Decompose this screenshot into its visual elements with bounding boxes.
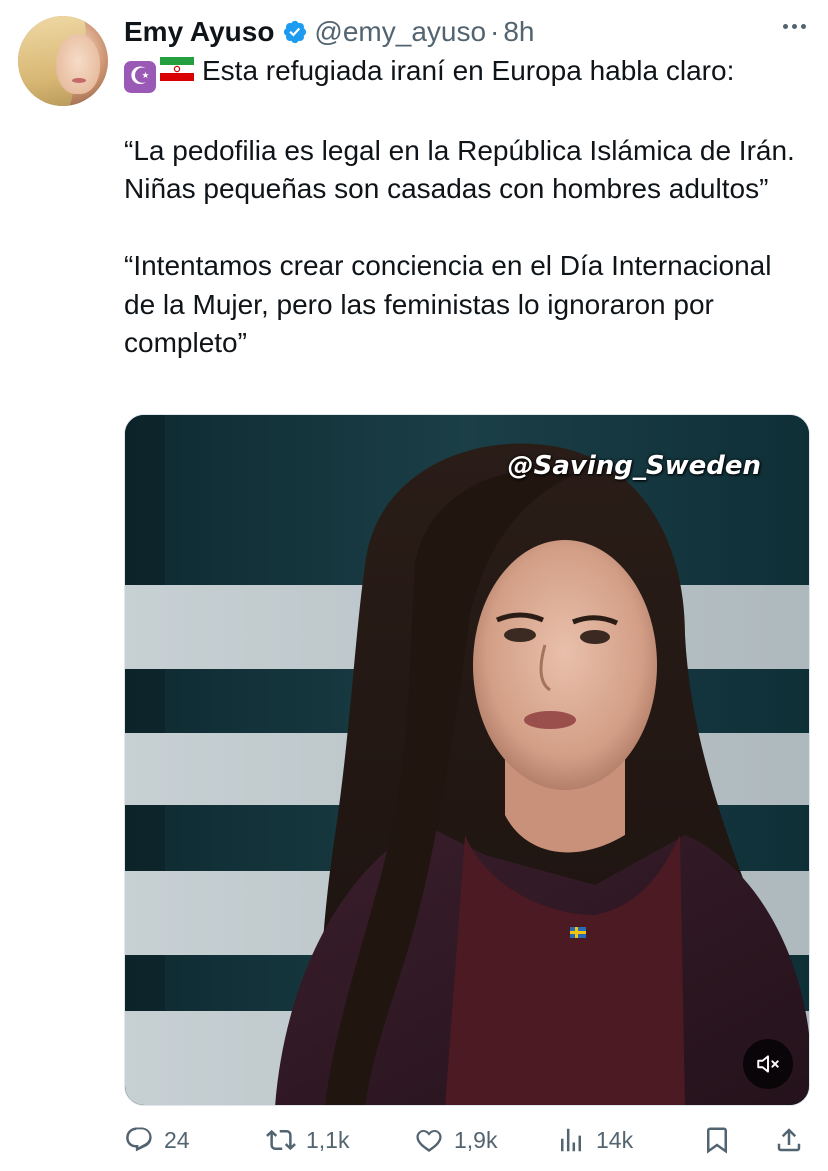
avatar[interactable] — [18, 16, 108, 106]
verified-badge-icon — [284, 20, 307, 44]
star-and-crescent-emoji: ☪ — [124, 61, 156, 93]
author-name[interactable]: Emy Ayuso — [124, 16, 274, 48]
tweet: Emy Ayuso @emy_ayuso · 8h ☪ Esta refugia… — [0, 0, 828, 1171]
video-player[interactable]: @Saving_Sweden — [124, 414, 810, 1106]
reply-count: 24 — [164, 1126, 190, 1153]
author-handle[interactable]: @emy_ayuso — [314, 16, 486, 48]
retweet-icon — [266, 1129, 296, 1151]
bookmark-icon — [707, 1127, 727, 1154]
tweet-quote-2: “Intentamos crear conciencia en el Día I… — [124, 250, 772, 358]
share-icon — [777, 1128, 801, 1152]
iran-flag-emoji — [160, 57, 194, 81]
video-watermark: @Saving_Sweden — [507, 451, 761, 481]
speaker-muted-icon — [757, 1055, 779, 1073]
bookmark-button[interactable] — [702, 1118, 732, 1162]
views-count: 14k — [596, 1126, 634, 1153]
separator-dot: · — [490, 16, 500, 47]
retweet-count: 1,1k — [306, 1126, 350, 1153]
mute-toggle-button[interactable] — [743, 1039, 793, 1089]
tweet-first-line: Esta refugiada iraní en Europa habla cla… — [202, 55, 735, 86]
reply-icon — [126, 1127, 152, 1152]
like-button[interactable]: 1,9k — [414, 1118, 497, 1162]
tweet-header: Emy Ayuso @emy_ayuso · 8h — [124, 14, 808, 50]
analytics-icon — [561, 1128, 581, 1152]
video-frame — [125, 415, 809, 1105]
timestamp[interactable]: 8h — [503, 16, 534, 48]
like-count: 1,9k — [454, 1126, 498, 1153]
share-button[interactable] — [774, 1118, 804, 1162]
action-bar: 24 1,1k 1,9k 14k — [124, 1118, 814, 1162]
tweet-text: ☪ Esta refugiada iraní en Europa habla c… — [124, 52, 804, 363]
more-options-icon[interactable] — [783, 24, 806, 29]
views-button[interactable]: 14k — [556, 1118, 633, 1162]
reply-button[interactable]: 24 — [124, 1118, 190, 1162]
tweet-quote-1: “La pedofilia es legal en la República I… — [124, 134, 795, 205]
retweet-button[interactable]: 1,1k — [266, 1118, 349, 1162]
heart-icon — [416, 1129, 442, 1152]
